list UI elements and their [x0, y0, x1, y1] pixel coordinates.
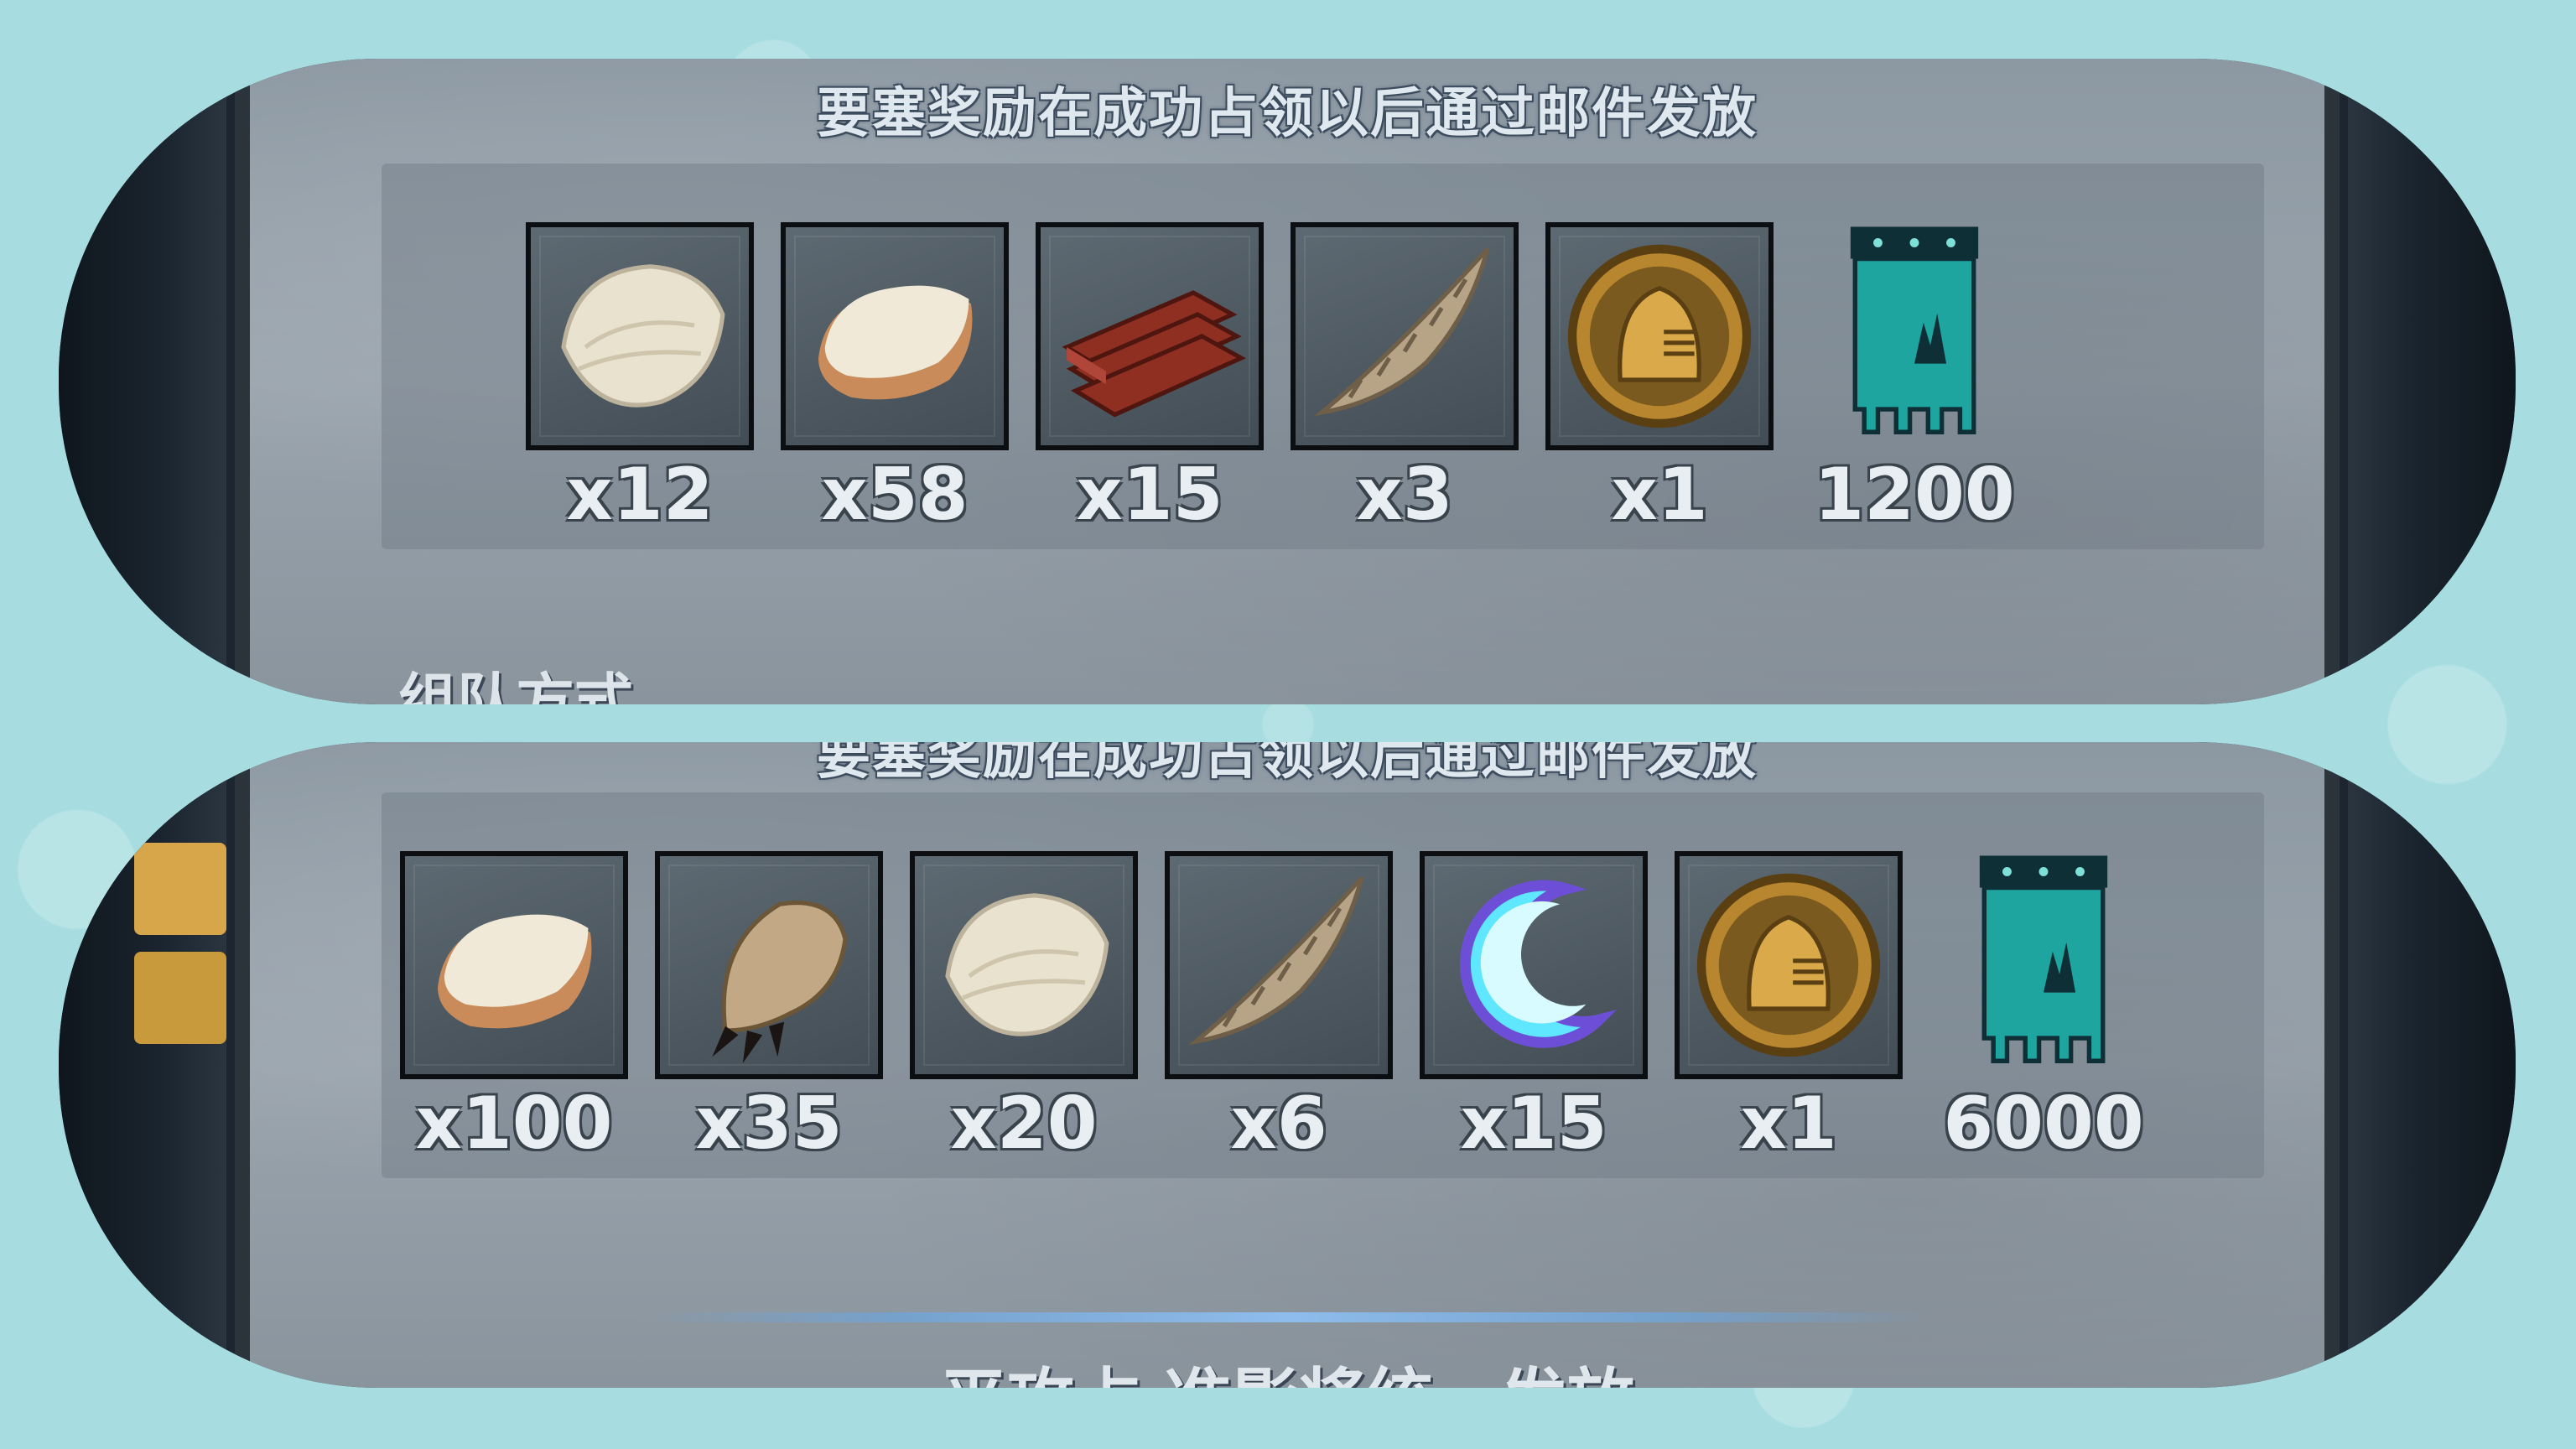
section-heading: 平攻占 准影将统一发放 — [59, 1346, 2516, 1388]
item-quantity: x58 — [821, 453, 969, 537]
left-sidebar — [59, 59, 226, 704]
divider — [646, 1312, 1929, 1322]
item-quantity: x6 — [1230, 1082, 1327, 1166]
right-sidebar — [2348, 59, 2516, 704]
reward-item[interactable]: x6 — [1163, 851, 1394, 1160]
reward-items: x12 x58 x15 x3 x1 1200 — [524, 222, 2030, 531]
reward-item[interactable]: x58 — [779, 222, 1010, 531]
pelt-icon — [400, 851, 628, 1079]
item-quantity: x35 — [695, 1082, 843, 1166]
reward-panel-top: 要塞奖励在成功占领以后通过邮件发放 x12 x58 x15 x3 x1 1200… — [59, 59, 2516, 704]
reward-notice: 要塞奖励在成功占领以后通过邮件发放 — [817, 83, 1758, 145]
item-quantity: 1200 — [1814, 453, 2015, 537]
reward-notice: 要塞奖励在成功占领以后通过邮件发放 — [817, 742, 1758, 787]
reward-item[interactable]: x15 — [1034, 222, 1265, 531]
white-fur-icon — [910, 851, 1138, 1079]
spiral-horn-icon — [1165, 851, 1393, 1079]
item-quantity: x3 — [1356, 453, 1453, 537]
white-fur-icon — [526, 222, 754, 450]
reward-items: x100 x35 x20 x6 x15 x1 6000 — [398, 851, 2159, 1160]
reward-item[interactable]: x15 — [1418, 851, 1649, 1160]
crescent-castle-banner-icon — [1929, 851, 2158, 1079]
item-quantity: x15 — [1076, 453, 1223, 537]
search-icon[interactable] — [134, 952, 226, 1044]
target-icon[interactable] — [134, 843, 226, 935]
reward-item[interactable]: x100 — [398, 851, 630, 1160]
reward-item[interactable]: 1200 — [1799, 222, 2030, 531]
pelt-icon — [781, 222, 1009, 450]
item-quantity: x1 — [1740, 1082, 1837, 1166]
knight-helmet-medal-icon — [1675, 851, 1903, 1079]
reward-item[interactable]: x1 — [1673, 851, 1904, 1160]
reward-item[interactable]: x3 — [1289, 222, 1520, 531]
knight-helmet-medal-icon — [1545, 222, 1774, 450]
reward-item[interactable]: x1 — [1544, 222, 1775, 531]
left-sidebar — [59, 742, 226, 1388]
item-quantity: x1 — [1611, 453, 1708, 537]
right-sidebar — [2348, 742, 2516, 1388]
crescent-castle-banner-icon — [1800, 222, 2028, 450]
section-heading: 组队方式 — [398, 667, 633, 704]
item-quantity: x20 — [950, 1082, 1098, 1166]
reward-item[interactable]: x20 — [908, 851, 1140, 1160]
item-quantity: x100 — [415, 1082, 613, 1166]
item-quantity: x12 — [566, 453, 714, 537]
item-quantity: 6000 — [1943, 1082, 2144, 1166]
reward-panel-bottom: 要塞奖励在成功占领以后通过邮件发放 x100 x35 x20 x6 x15 x1… — [59, 742, 2516, 1388]
reward-item[interactable]: x12 — [524, 222, 756, 531]
reward-item[interactable]: x35 — [653, 851, 885, 1160]
clawed-paw-icon — [655, 851, 883, 1079]
reward-item[interactable]: 6000 — [1928, 851, 2159, 1160]
item-quantity: x15 — [1460, 1082, 1607, 1166]
spiral-horn-icon — [1291, 222, 1519, 450]
crescent-flame-icon — [1420, 851, 1648, 1079]
wood-planks-icon — [1036, 222, 1264, 450]
